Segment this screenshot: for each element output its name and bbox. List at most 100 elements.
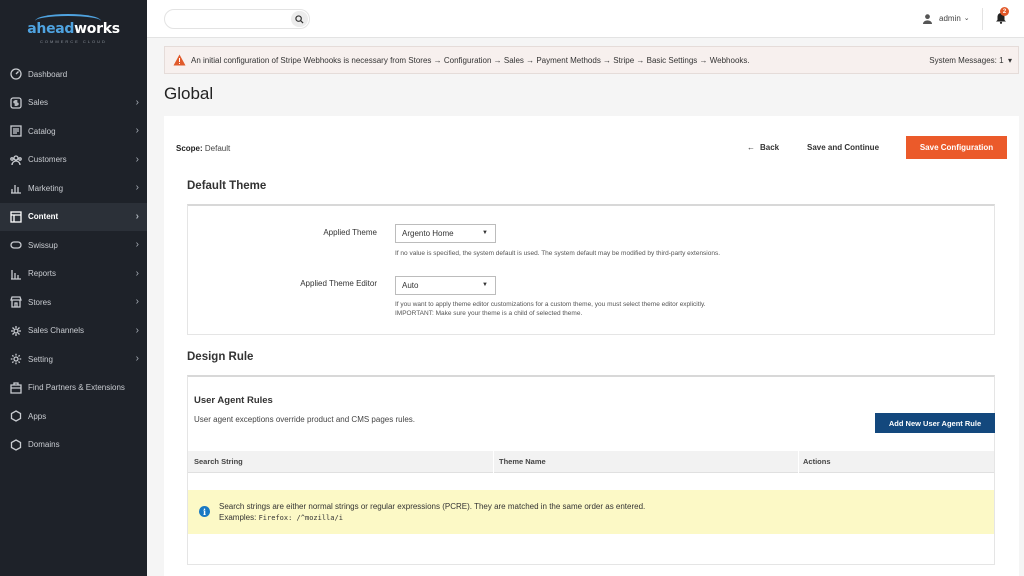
add-user-agent-rule-button[interactable]: Add New User Agent Rule <box>875 413 995 433</box>
apps-icon <box>9 410 22 422</box>
gear-icon <box>9 353 22 365</box>
sidebar-nav: Dashboard Sales › Catalog › Customers › … <box>0 60 147 459</box>
applied-theme-label: Applied Theme <box>323 228 377 237</box>
applied-theme-select[interactable]: Argento Home ▼ <box>395 224 496 243</box>
design-rule-title[interactable]: Design Rule <box>187 351 253 363</box>
sidebar-item-label: Apps <box>28 411 47 421</box>
sidebar-item-label: Customers <box>28 155 67 165</box>
info-text: Search strings are either normal strings… <box>219 501 645 524</box>
sidebar-item-label: Setting <box>28 354 53 364</box>
system-messages-toggle[interactable]: System Messages: 1 ▾ <box>929 56 1012 65</box>
info-icon: i <box>199 506 210 517</box>
domains-icon <box>9 439 22 451</box>
user-icon <box>922 13 933 24</box>
sidebar-item-label: Dashboard <box>28 69 68 79</box>
scope-value: Default <box>204 144 231 153</box>
scope-indicator: Scope: Default <box>176 144 230 153</box>
notice-text: An initial configuration of Stripe Webho… <box>191 55 750 65</box>
info-message: i Search strings are either normal strin… <box>188 490 994 534</box>
warning-icon <box>173 54 186 66</box>
save-and-continue-button[interactable]: Save and Continue <box>807 143 879 152</box>
logo-wordmark: aheadworks <box>27 13 120 37</box>
system-messages-label: System Messages: 1 <box>929 56 1004 65</box>
top-header: admin ⌄ 2 <box>147 0 1024 38</box>
customers-icon <box>9 154 22 166</box>
sidebar-item-label: Stores <box>28 297 52 307</box>
column-actions: Actions <box>803 457 831 466</box>
sidebar-item-content[interactable]: Content › <box>0 202 147 231</box>
design-rule-section: User Agent Rules User agent exceptions o… <box>187 375 995 565</box>
content-icon <box>9 211 22 223</box>
chevron-right-icon: › <box>135 324 139 336</box>
system-notice: An initial configuration of Stripe Webho… <box>164 46 1019 74</box>
user-agent-table-header: Search String Theme Name Actions <box>188 451 994 473</box>
chevron-right-icon: › <box>135 267 139 279</box>
column-theme-name: Theme Name <box>499 457 546 466</box>
search-icon <box>295 14 304 24</box>
swissup-icon <box>9 239 22 251</box>
sidebar-item-catalog[interactable]: Catalog › <box>0 117 147 146</box>
partners-icon <box>9 382 22 394</box>
search-button[interactable] <box>291 11 308 27</box>
info-examples-label: Examples: <box>219 513 257 522</box>
back-button[interactable]: ← Back <box>747 143 779 152</box>
back-label: Back <box>760 143 780 152</box>
sidebar-item-label: Find Partners & Extensions <box>28 383 125 393</box>
theme-editor-important-line: IMPORTANT: Make sure your theme is a chi… <box>395 310 583 317</box>
sidebar-item-label: Marketing <box>28 183 64 193</box>
theme-editor-value: Auto <box>402 281 419 290</box>
user-menu[interactable]: admin ⌄ <box>922 11 970 25</box>
sidebar-item-label: Swissup <box>28 240 58 250</box>
info-examples: Examples: Firefox: /^mozilla/i <box>219 512 645 524</box>
channels-icon <box>9 325 22 337</box>
applied-theme-value: Argento Home <box>402 229 454 238</box>
applied-theme-hint: If no value is specified, the system def… <box>395 250 721 257</box>
sidebar-item-swissup[interactable]: Swissup › <box>0 231 147 260</box>
config-card: Scope: Default ← Back Save and Continue S… <box>164 116 1019 576</box>
sidebar-item-stores[interactable]: Stores › <box>0 288 147 317</box>
chevron-right-icon: › <box>135 96 139 108</box>
sidebar-item-apps[interactable]: Apps <box>0 402 147 431</box>
user-agent-rules-description: User agent exceptions override product a… <box>194 415 416 424</box>
logo[interactable]: aheadworks COMMERCE CLOUD <box>0 0 147 60</box>
header-divider <box>982 8 983 30</box>
chevron-right-icon: › <box>135 296 139 307</box>
sidebar-item-customers[interactable]: Customers › <box>0 146 147 175</box>
theme-editor-label: Applied Theme Editor <box>300 279 377 288</box>
sidebar-item-label: Domains <box>28 440 60 450</box>
chevron-right-icon: › <box>135 182 139 193</box>
default-theme-section: Applied Theme Argento Home ▼ If no value… <box>187 204 995 335</box>
sidebar-item-marketing[interactable]: Marketing › <box>0 174 147 203</box>
sidebar-item-reports[interactable]: Reports › <box>0 260 147 289</box>
theme-editor-select[interactable]: Auto ▼ <box>395 276 496 295</box>
search-input[interactable] <box>173 10 293 28</box>
logo-subtitle: COMMERCE CLOUD <box>40 38 107 44</box>
theme-editor-hint: If you want to apply theme editor custom… <box>395 300 706 318</box>
chevron-right-icon: › <box>135 210 139 222</box>
stores-icon <box>9 296 22 308</box>
sidebar-item-domains[interactable]: Domains <box>0 431 147 460</box>
sidebar-item-sales[interactable]: Sales › <box>0 89 147 118</box>
sidebar-item-label: Content <box>28 212 59 222</box>
example-code: Firefox: /^mozilla/i <box>258 514 343 522</box>
sidebar-item-label: Sales <box>28 98 49 108</box>
dollar-icon <box>9 97 22 109</box>
example-regex: /^mozilla/i <box>296 514 343 522</box>
notification-badge: 2 <box>1000 7 1009 16</box>
sidebar-item-dashboard[interactable]: Dashboard <box>0 60 147 89</box>
sidebar: aheadworks COMMERCE CLOUD Dashboard Sale… <box>0 0 147 576</box>
page-title: Global <box>164 84 214 103</box>
user-name: admin <box>939 13 961 23</box>
theme-editor-hint-line: If you want to apply theme editor custom… <box>395 301 706 308</box>
dashboard-icon <box>9 68 22 80</box>
arrow-left-icon: ← <box>747 143 755 152</box>
sidebar-item-label: Sales Channels <box>28 326 85 336</box>
default-theme-title[interactable]: Default Theme <box>187 180 266 192</box>
example-firefox: Firefox <box>258 514 289 522</box>
sidebar-item-find-partners[interactable]: Find Partners & Extensions <box>0 374 147 403</box>
chevron-right-icon: › <box>135 239 139 250</box>
marketing-icon <box>9 182 22 194</box>
sidebar-item-setting[interactable]: Setting › <box>0 345 147 374</box>
sidebar-item-sales-channels[interactable]: Sales Channels › <box>0 317 147 346</box>
save-configuration-button[interactable]: Save Configuration <box>906 136 1007 159</box>
